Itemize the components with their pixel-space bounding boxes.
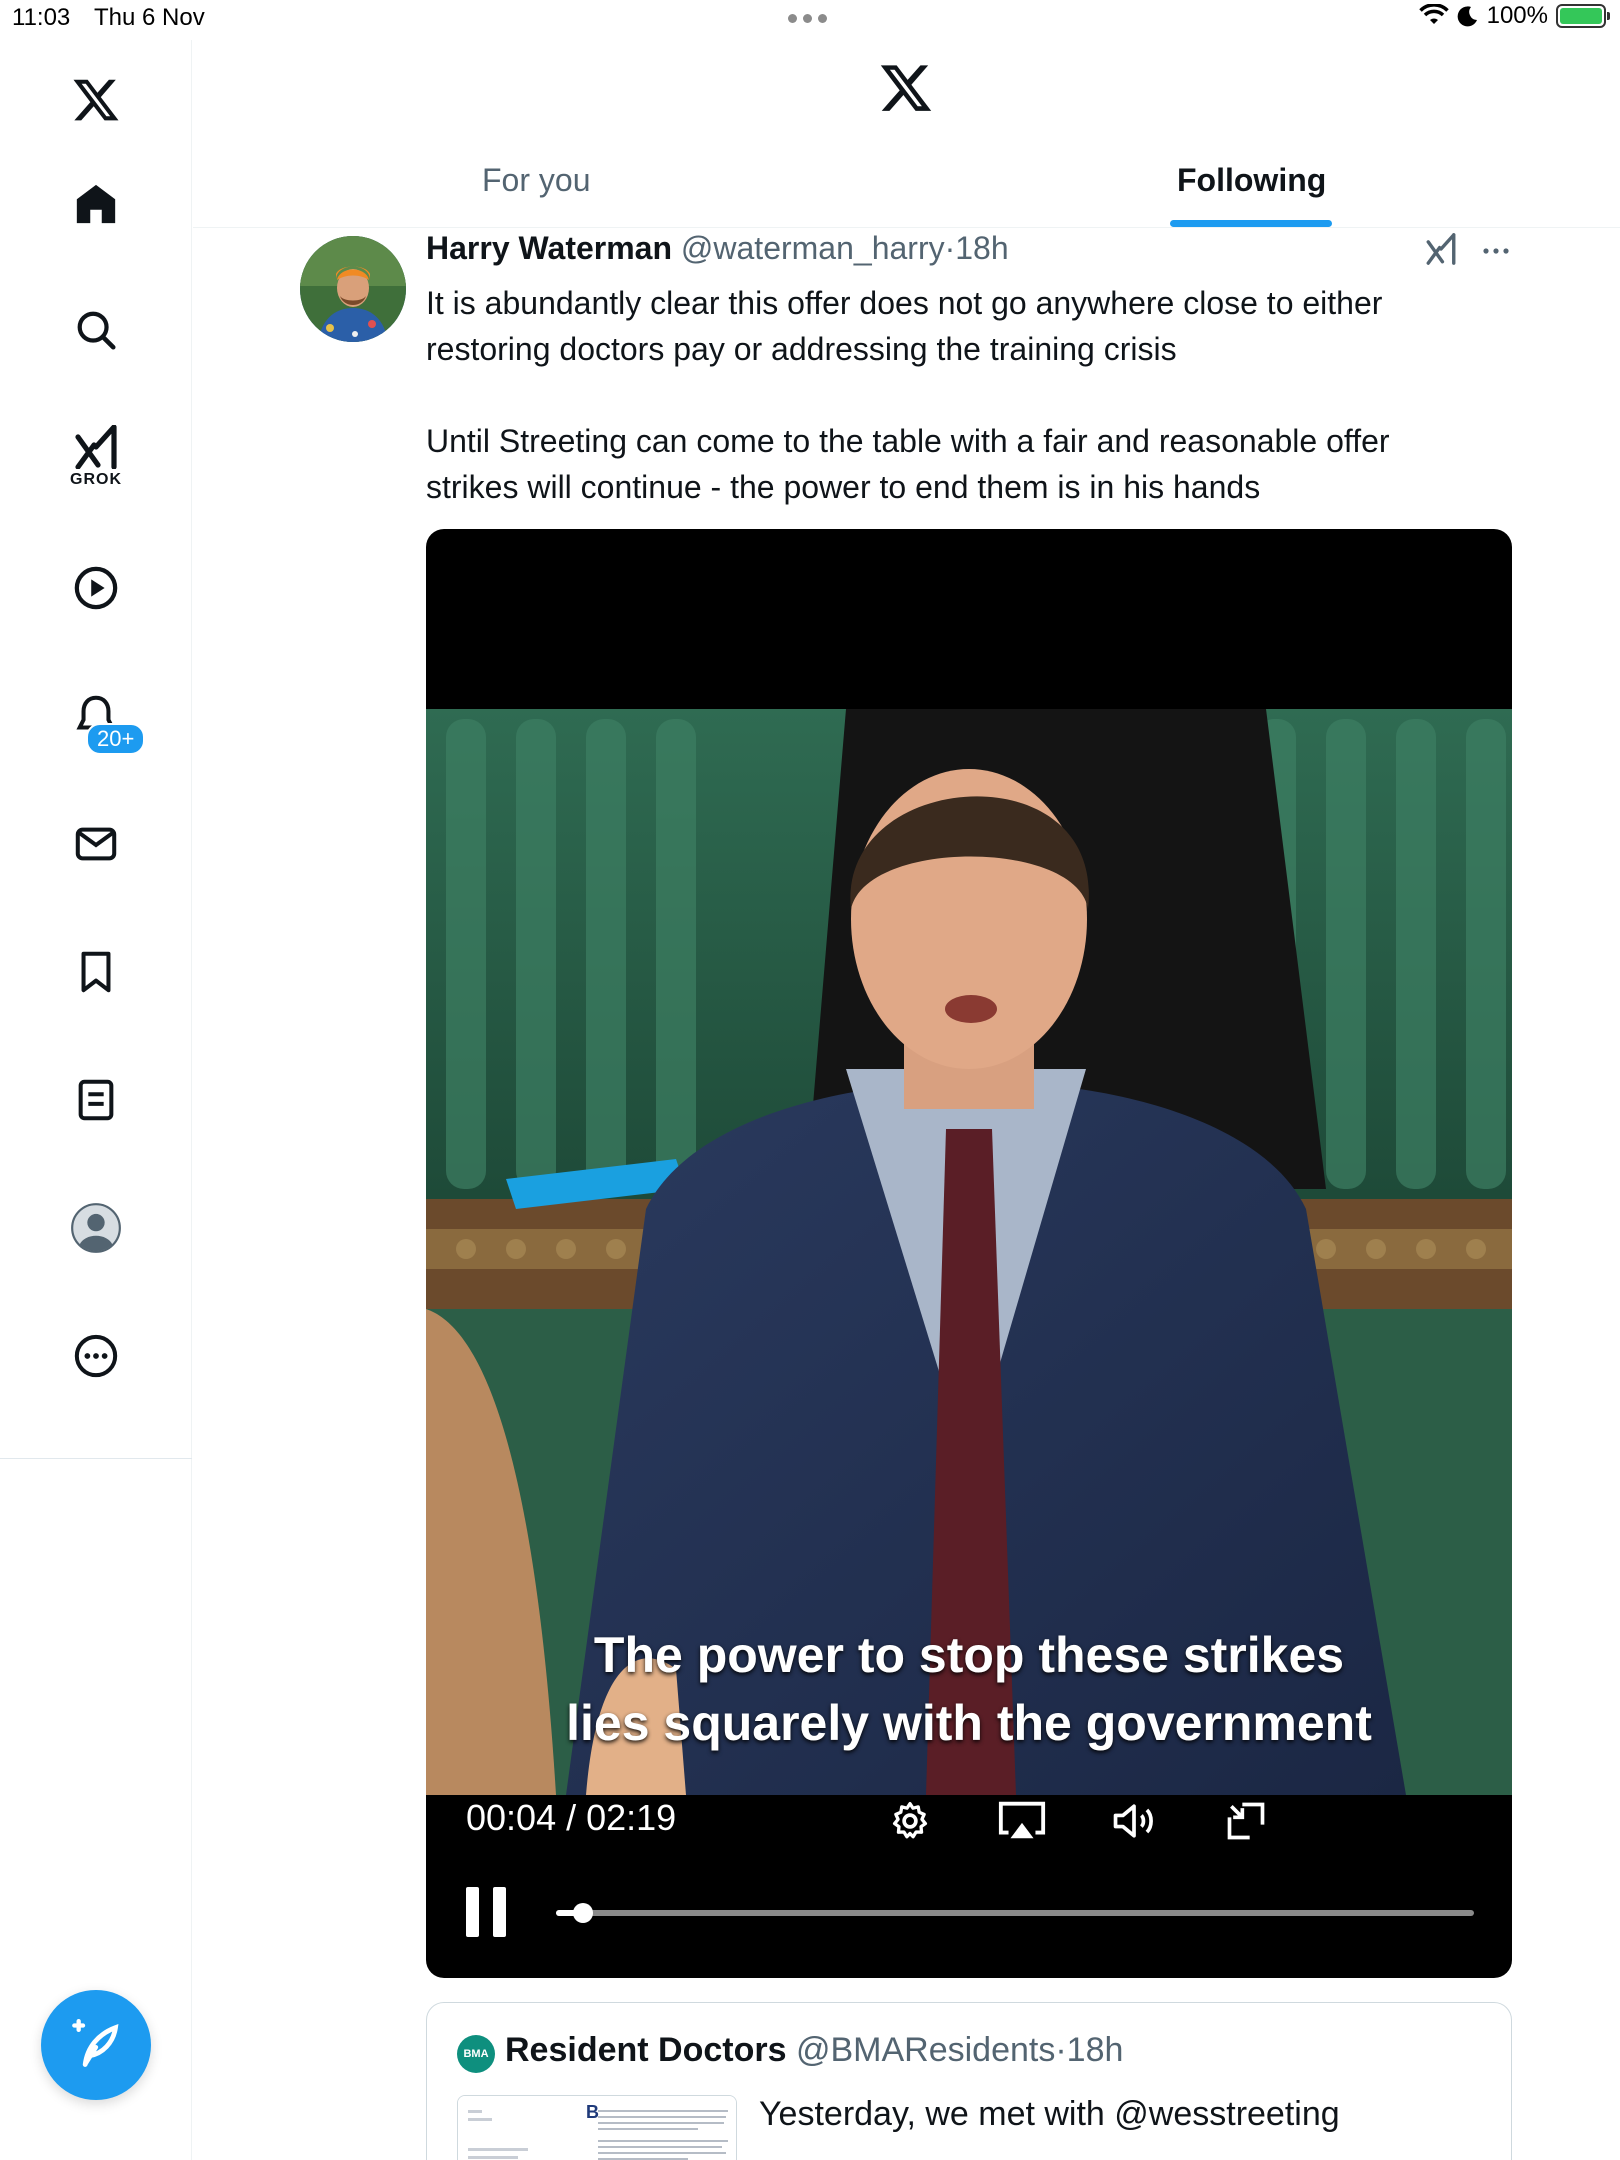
quoted-media-thumbnail[interactable]: B	[457, 2095, 737, 2160]
caption-line-1: The power to stop these strikes	[593, 1627, 1345, 1683]
quoted-tweet-text: Yesterday, we met with @wesstreeting	[759, 2095, 1340, 2133]
grok-explain-icon[interactable]	[1424, 232, 1458, 271]
timeline-tabs: For you Following	[193, 150, 1620, 228]
video-progress-handle[interactable]	[572, 1903, 593, 1923]
status-time: 11:03	[12, 4, 71, 31]
multitasking-dots-icon[interactable]	[788, 14, 827, 23]
tweet-time[interactable]: 18h	[955, 230, 1008, 266]
video-caption: The power to stop these strikes lies squ…	[426, 1621, 1512, 1757]
quoted-media-letter: B	[586, 2102, 599, 2122]
tweet-header: Harry Waterman @waterman_harry·18h	[426, 230, 1009, 267]
status-date: Thu 6 Nov	[94, 4, 205, 31]
wifi-icon	[1418, 4, 1449, 24]
video-time: 00:04 / 02:19	[466, 1797, 677, 1838]
active-tab-indicator	[1170, 220, 1332, 227]
quoted-author-name[interactable]: Resident Doctors	[505, 2031, 787, 2069]
more-circle-icon[interactable]	[56, 1316, 136, 1396]
mail-icon[interactable]	[56, 804, 136, 884]
battery-percent: 100%	[1486, 2, 1548, 29]
quoted-author-avatar[interactable]: BMA	[457, 2035, 495, 2073]
home-icon[interactable]	[56, 164, 136, 244]
quoted-tweet[interactable]: BMA Resident Doctors @BMAResidents·18h B…	[426, 2002, 1512, 2160]
grok-icon[interactable]: GROK	[56, 417, 136, 497]
quoted-separator: ·	[1055, 2031, 1067, 2069]
tab-for-you[interactable]: For you	[482, 162, 590, 199]
sidebar-divider	[0, 1458, 192, 1459]
quoted-tweet-header: Resident Doctors @BMAResidents·18h	[505, 2031, 1123, 2070]
caption-line-2: lies squarely with the government	[566, 1695, 1372, 1751]
author-name[interactable]: Harry Waterman	[426, 230, 672, 266]
bookmark-icon[interactable]	[56, 932, 136, 1012]
tab-following[interactable]: Following	[1177, 162, 1326, 199]
compose-button[interactable]	[41, 1990, 151, 2100]
pause-button[interactable]	[466, 1887, 516, 1939]
x-logo-icon[interactable]	[56, 60, 136, 140]
tweet-text: It is abundantly clear this offer does n…	[426, 285, 1390, 505]
exit-fullscreen-icon[interactable]	[1216, 1791, 1276, 1851]
compose-icon	[72, 2019, 119, 2067]
more-options-icon[interactable]	[1480, 236, 1512, 271]
quoted-tweet-time[interactable]: 18h	[1067, 2031, 1124, 2069]
volume-icon[interactable]	[1104, 1791, 1164, 1851]
battery-icon	[1556, 4, 1610, 28]
quoted-author-handle[interactable]: @BMAResidents	[796, 2031, 1055, 2069]
sidebar: GROK 20+	[0, 40, 192, 2160]
video-progress-bar[interactable]	[556, 1903, 1474, 1923]
separator: ·	[944, 230, 956, 266]
author-avatar[interactable]	[300, 236, 406, 342]
status-indicators: 100%	[1418, 2, 1610, 30]
author-handle[interactable]: @waterman_harry	[681, 230, 945, 266]
moon-icon	[1457, 6, 1477, 27]
profile-icon[interactable]	[56, 1188, 136, 1268]
search-icon[interactable]	[56, 290, 136, 370]
header-x-logo-icon[interactable]	[878, 60, 938, 120]
status-bar: 11:03 Thu 6 Nov 100%	[0, 0, 1620, 40]
settings-icon[interactable]	[880, 1791, 940, 1851]
play-circle-icon[interactable]	[56, 548, 136, 628]
airplay-icon[interactable]	[992, 1791, 1052, 1851]
video-player[interactable]: The power to stop these strikes lies squ…	[426, 529, 1512, 1978]
list-icon[interactable]	[56, 1060, 136, 1140]
grok-label: GROK	[70, 471, 122, 488]
notification-badge: 20+	[86, 723, 146, 755]
